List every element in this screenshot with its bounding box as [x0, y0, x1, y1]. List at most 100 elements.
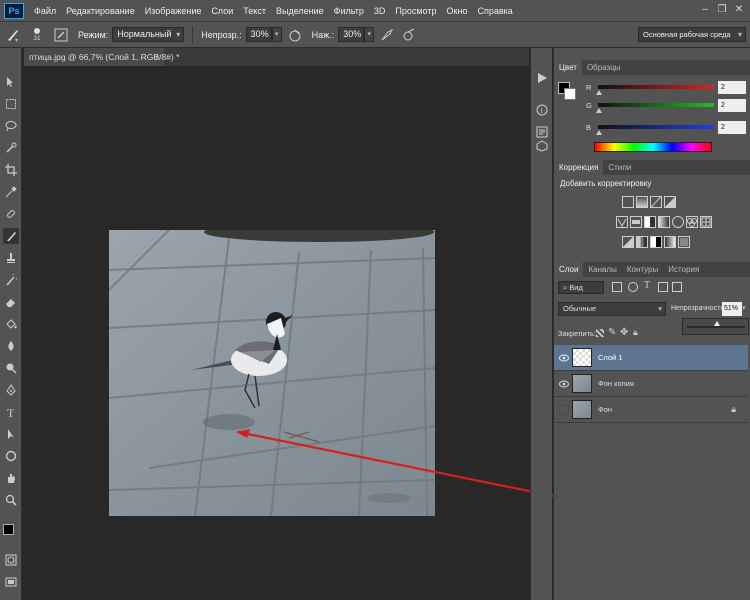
workspace-dropdown[interactable]: Основная рабочая среда — [638, 27, 746, 42]
color-lookup-icon[interactable] — [700, 216, 712, 228]
crop-tool-icon[interactable] — [3, 162, 19, 178]
menu-window[interactable]: Окно — [442, 6, 473, 16]
healing-brush-tool-icon[interactable] — [3, 206, 19, 222]
opacity-dropdown-icon[interactable]: ▾ — [271, 27, 282, 42]
quick-mask-icon[interactable] — [3, 552, 19, 568]
tab-styles[interactable]: Стили — [603, 160, 636, 175]
photo-canvas[interactable] — [109, 230, 435, 516]
vibrance-icon[interactable] — [616, 216, 628, 228]
layer-opacity-field[interactable]: 51% — [722, 302, 742, 316]
brush-size-picker[interactable]: 31 — [26, 26, 48, 44]
filter-adjustment-icon[interactable] — [628, 282, 638, 292]
brightness-contrast-icon[interactable] — [622, 196, 634, 208]
brush-tool-preset-icon[interactable]: ▾ — [4, 26, 22, 44]
hue-saturation-icon[interactable] — [630, 216, 642, 228]
blue-value-field[interactable]: 2 — [718, 121, 746, 134]
menu-edit[interactable]: Редактирование — [61, 6, 140, 16]
brush-panel-icon[interactable] — [52, 26, 70, 44]
menu-3d[interactable]: 3D — [369, 6, 391, 16]
zoom-tool-icon[interactable] — [3, 492, 19, 508]
minimize-icon[interactable]: – — [698, 3, 712, 17]
tab-layers[interactable]: Слои — [554, 262, 584, 277]
clone-stamp-tool-icon[interactable] — [3, 250, 19, 266]
filter-pixel-icon[interactable] — [612, 282, 622, 292]
blur-tool-icon[interactable] — [3, 338, 19, 354]
tab-color[interactable]: Цвет — [554, 60, 582, 75]
restore-icon[interactable]: ❐ — [715, 3, 729, 17]
menu-image[interactable]: Изображение — [140, 6, 207, 16]
pen-tool-icon[interactable] — [3, 382, 19, 398]
threshold-icon[interactable] — [650, 236, 662, 248]
menu-view[interactable]: Просмотр — [390, 6, 441, 16]
tab-paths[interactable]: Контуры — [622, 262, 663, 277]
chevron-down-icon[interactable]: ▾ — [742, 302, 749, 316]
menu-type[interactable]: Текст — [238, 6, 271, 16]
menu-filter[interactable]: Фильтр — [329, 6, 369, 16]
channel-mixer-icon[interactable] — [686, 216, 698, 228]
posterize-icon[interactable] — [636, 236, 648, 248]
levels-icon[interactable] — [636, 196, 648, 208]
pressure-size-icon[interactable] — [400, 26, 418, 44]
opacity-field[interactable]: 30% — [245, 27, 272, 42]
document-tab[interactable]: птица.jpg @ 66,7% (Слой 1, RGB/8#) * × — [24, 48, 179, 66]
invert-icon[interactable] — [622, 236, 634, 248]
flow-dropdown-icon[interactable]: ▾ — [364, 27, 375, 42]
layer-filter-dropdown[interactable]: ⌕ Вид — [558, 281, 604, 294]
tab-swatches[interactable]: Образцы — [582, 60, 626, 75]
filter-smart-object-icon[interactable] — [672, 282, 682, 292]
red-slider-thumb[interactable] — [596, 90, 602, 95]
lock-all-icon[interactable]: 🔒︎ — [633, 327, 638, 338]
foreground-color-swatch[interactable] — [3, 524, 14, 535]
lasso-tool-icon[interactable] — [3, 118, 19, 134]
close-document-icon[interactable]: × — [155, 48, 160, 66]
color-balance-icon[interactable] — [644, 216, 656, 228]
ellipse-tool-icon[interactable] — [3, 448, 19, 464]
path-selection-tool-icon[interactable] — [3, 426, 19, 442]
quick-selection-tool-icon[interactable] — [3, 140, 19, 156]
visibility-off-box[interactable] — [559, 405, 569, 415]
menu-file[interactable]: Файл — [29, 6, 61, 16]
layer-row[interactable]: Фон 🔒︎ — [554, 397, 748, 423]
red-slider-track[interactable] — [598, 85, 714, 89]
dodge-tool-icon[interactable] — [3, 360, 19, 376]
tab-history[interactable]: История — [663, 262, 704, 277]
airbrush-icon[interactable] — [378, 26, 396, 44]
brush-tool-icon[interactable] — [3, 228, 19, 244]
mode-dropdown[interactable]: Нормальный — [112, 27, 185, 42]
layer-row[interactable]: Фон копия — [554, 371, 748, 397]
eyedropper-tool-icon[interactable] — [3, 184, 19, 200]
history-brush-tool-icon[interactable] — [3, 272, 19, 288]
filter-type-icon[interactable]: T — [644, 280, 650, 291]
play-action-icon[interactable] — [534, 70, 550, 86]
info-panel-icon[interactable]: i — [534, 102, 550, 118]
eye-icon[interactable] — [559, 353, 569, 363]
green-slider-thumb[interactable] — [596, 108, 602, 113]
color-spectrum-ramp[interactable] — [594, 142, 712, 152]
green-value-field[interactable]: 2 — [718, 99, 746, 112]
hand-tool-icon[interactable] — [3, 470, 19, 486]
move-tool-icon[interactable] — [3, 74, 19, 90]
lock-pixels-icon[interactable]: ✎ — [608, 327, 616, 338]
marquee-tool-icon[interactable] — [3, 96, 19, 112]
selective-color-icon[interactable] — [678, 236, 690, 248]
lock-position-icon[interactable]: ✥ — [620, 327, 628, 338]
green-slider-track[interactable] — [598, 103, 714, 107]
screen-mode-icon[interactable] — [3, 574, 19, 590]
photo-filter-icon[interactable] — [672, 216, 684, 228]
lock-transparent-icon[interactable] — [596, 329, 604, 337]
red-value-field[interactable]: 2 — [718, 81, 746, 94]
canvas-area[interactable] — [23, 66, 529, 600]
opacity-popup-thumb[interactable] — [713, 321, 720, 326]
eye-icon[interactable] — [559, 379, 569, 389]
flow-field[interactable]: 30% — [338, 27, 365, 42]
filter-shape-icon[interactable] — [658, 282, 668, 292]
blend-mode-dropdown[interactable]: Обычные ▾ — [558, 302, 666, 316]
menu-layer[interactable]: Слои — [206, 6, 238, 16]
gradient-map-icon[interactable] — [664, 236, 676, 248]
opacity-popup-slider[interactable] — [687, 326, 745, 328]
menu-help[interactable]: Справка — [472, 6, 517, 16]
type-tool-icon[interactable]: T — [3, 404, 19, 420]
exposure-icon[interactable] — [664, 196, 676, 208]
eraser-tool-icon[interactable] — [3, 294, 19, 310]
blue-slider-track[interactable] — [598, 125, 714, 129]
